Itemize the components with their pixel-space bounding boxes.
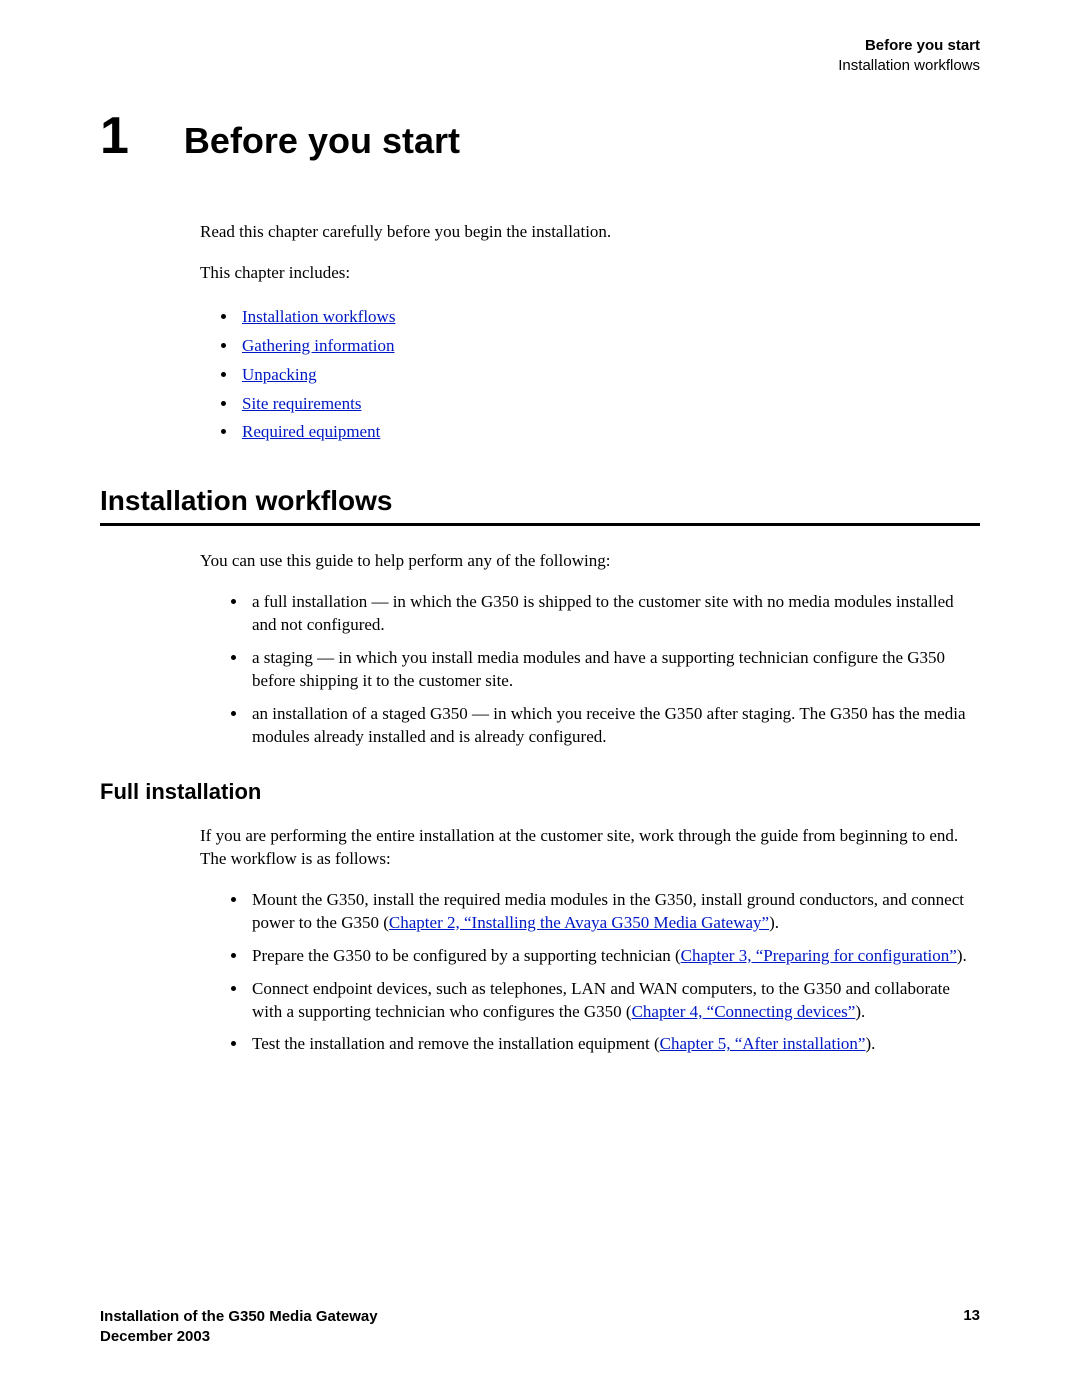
subsection-intro: If you are performing the entire install…	[200, 825, 980, 871]
item-text: Prepare the G350 to be configured by a s…	[252, 946, 681, 965]
footer-left: Installation of the G350 Media Gateway D…	[100, 1307, 378, 1348]
chapter-number: 1	[100, 106, 129, 166]
full-installation-list: Mount the G350, install the required med…	[248, 889, 980, 1057]
list-item: Installation workflows	[238, 303, 980, 332]
item-text: Test the installation and remove the ins…	[252, 1034, 660, 1053]
list-item: Gathering information	[238, 332, 980, 361]
item-text-post: ).	[855, 1002, 865, 1021]
list-item: an installation of a staged G350 — in wh…	[248, 703, 980, 749]
intro-paragraph-2: This chapter includes:	[200, 262, 980, 285]
link-unpacking[interactable]: Unpacking	[242, 365, 317, 384]
chapter-title-text: Before you start	[184, 120, 460, 162]
section-rule	[100, 523, 980, 526]
section-intro: You can use this guide to help perform a…	[200, 550, 980, 573]
intro-paragraph-1: Read this chapter carefully before you b…	[200, 221, 980, 244]
footer-date: December 2003	[100, 1327, 378, 1347]
chapter-heading: 1 Before you start	[100, 106, 980, 166]
subsection-heading-full-installation: Full installation	[100, 779, 980, 805]
link-required-equipment[interactable]: Required equipment	[242, 422, 380, 441]
link-gathering-information[interactable]: Gathering information	[242, 336, 395, 355]
list-item: Connect endpoint devices, such as teleph…	[248, 978, 980, 1024]
subsection-body: If you are performing the entire install…	[200, 825, 980, 1057]
list-item: Prepare the G350 to be configured by a s…	[248, 945, 980, 968]
list-item: Unpacking	[238, 361, 980, 390]
chapter-contents-list: Installation workflows Gathering informa…	[238, 303, 980, 447]
list-item: Mount the G350, install the required med…	[248, 889, 980, 935]
item-text-post: ).	[865, 1034, 875, 1053]
item-text-post: ).	[769, 913, 779, 932]
section-body: You can use this guide to help perform a…	[200, 550, 980, 749]
link-site-requirements[interactable]: Site requirements	[242, 394, 361, 413]
workflow-list: a full installation — in which the G350 …	[248, 591, 980, 749]
link-chapter-4[interactable]: Chapter 4, “Connecting devices”	[632, 1002, 856, 1021]
intro-block: Read this chapter carefully before you b…	[200, 221, 980, 447]
list-item: Site requirements	[238, 390, 980, 419]
link-chapter-3[interactable]: Chapter 3, “Preparing for configuration”	[681, 946, 957, 965]
running-header: Before you start Installation workflows	[838, 36, 980, 75]
list-item: Required equipment	[238, 418, 980, 447]
list-item: Test the installation and remove the ins…	[248, 1033, 980, 1056]
header-section: Installation workflows	[838, 56, 980, 76]
list-item: a staging — in which you install media m…	[248, 647, 980, 693]
page-footer: Installation of the G350 Media Gateway D…	[100, 1307, 980, 1348]
footer-doc-title: Installation of the G350 Media Gateway	[100, 1307, 378, 1327]
link-installation-workflows[interactable]: Installation workflows	[242, 307, 395, 326]
header-chapter: Before you start	[838, 36, 980, 56]
link-chapter-2[interactable]: Chapter 2, “Installing the Avaya G350 Me…	[389, 913, 769, 932]
footer-page-number: 13	[963, 1307, 980, 1324]
item-text-post: ).	[957, 946, 967, 965]
link-chapter-5[interactable]: Chapter 5, “After installation”	[660, 1034, 866, 1053]
section-heading-installation-workflows: Installation workflows	[100, 485, 980, 517]
list-item: a full installation — in which the G350 …	[248, 591, 980, 637]
